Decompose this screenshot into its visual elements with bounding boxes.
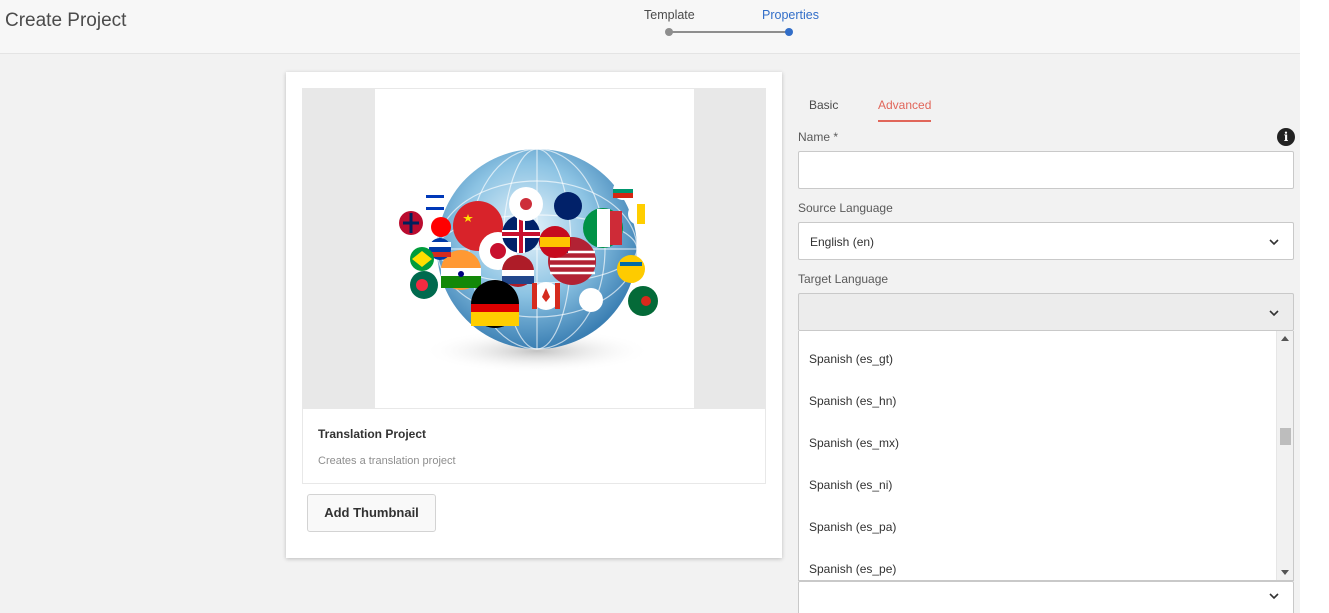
thumbnail-area <box>303 89 765 408</box>
step-template-label[interactable]: Template <box>644 8 695 22</box>
option-es-pa[interactable]: Spanish (es_pa) <box>809 520 896 534</box>
option-es-mx[interactable]: Spanish (es_mx) <box>809 436 899 450</box>
scroll-down-icon[interactable] <box>1281 570 1289 575</box>
step-template-dot <box>665 28 673 36</box>
template-tile: Translation Project Creates a translatio… <box>302 88 766 484</box>
option-es-gt[interactable]: Spanish (es_gt) <box>809 352 893 366</box>
globe-illustration <box>399 148 669 373</box>
globe-flags-thumbnail <box>375 89 694 408</box>
source-language-value: English (en) <box>810 235 875 249</box>
template-card: Translation Project Creates a translatio… <box>286 72 782 558</box>
name-label: Name * <box>798 130 839 144</box>
header-bar: Create Project Template Properties <box>0 0 1300 54</box>
template-title: Translation Project <box>318 427 427 441</box>
step-properties-dot <box>785 28 793 36</box>
chevron-down-icon <box>1269 310 1279 317</box>
target-language-label: Target Language <box>798 272 889 286</box>
template-info: Translation Project Creates a translatio… <box>303 408 765 483</box>
step-connector <box>669 31 789 33</box>
scroll-up-icon[interactable] <box>1281 336 1289 341</box>
step-properties-label[interactable]: Properties <box>762 8 819 22</box>
tab-advanced[interactable]: Advanced <box>878 98 932 122</box>
chevron-down-icon <box>1269 593 1279 600</box>
add-thumbnail-button[interactable]: Add Thumbnail <box>307 494 436 532</box>
option-es-pe[interactable]: Spanish (es_pe) <box>809 562 896 576</box>
listbox-scrollbar[interactable] <box>1276 331 1293 580</box>
target-language-select[interactable] <box>798 293 1294 331</box>
page-background: Create Project Template Properties Trans… <box>0 0 1300 613</box>
option-es-ni[interactable]: Spanish (es_ni) <box>809 478 892 492</box>
chevron-down-icon <box>1269 239 1279 246</box>
scrollbar-thumb[interactable] <box>1280 428 1291 445</box>
info-icon[interactable]: i <box>1277 128 1295 146</box>
template-description: Creates a translation project <box>318 455 456 467</box>
target-language-listbox[interactable]: Spanish (es_gt) Spanish (es_hn) Spanish … <box>798 331 1294 581</box>
name-field[interactable] <box>798 151 1294 189</box>
source-language-select[interactable]: English (en) <box>798 222 1294 260</box>
option-es-hn[interactable]: Spanish (es_hn) <box>809 394 896 408</box>
source-language-label: Source Language <box>798 201 893 215</box>
page-title: Create Project <box>5 10 127 31</box>
additional-select[interactable] <box>798 581 1294 613</box>
wizard-steps: Template Properties <box>620 0 860 54</box>
tab-basic[interactable]: Basic <box>809 98 838 120</box>
